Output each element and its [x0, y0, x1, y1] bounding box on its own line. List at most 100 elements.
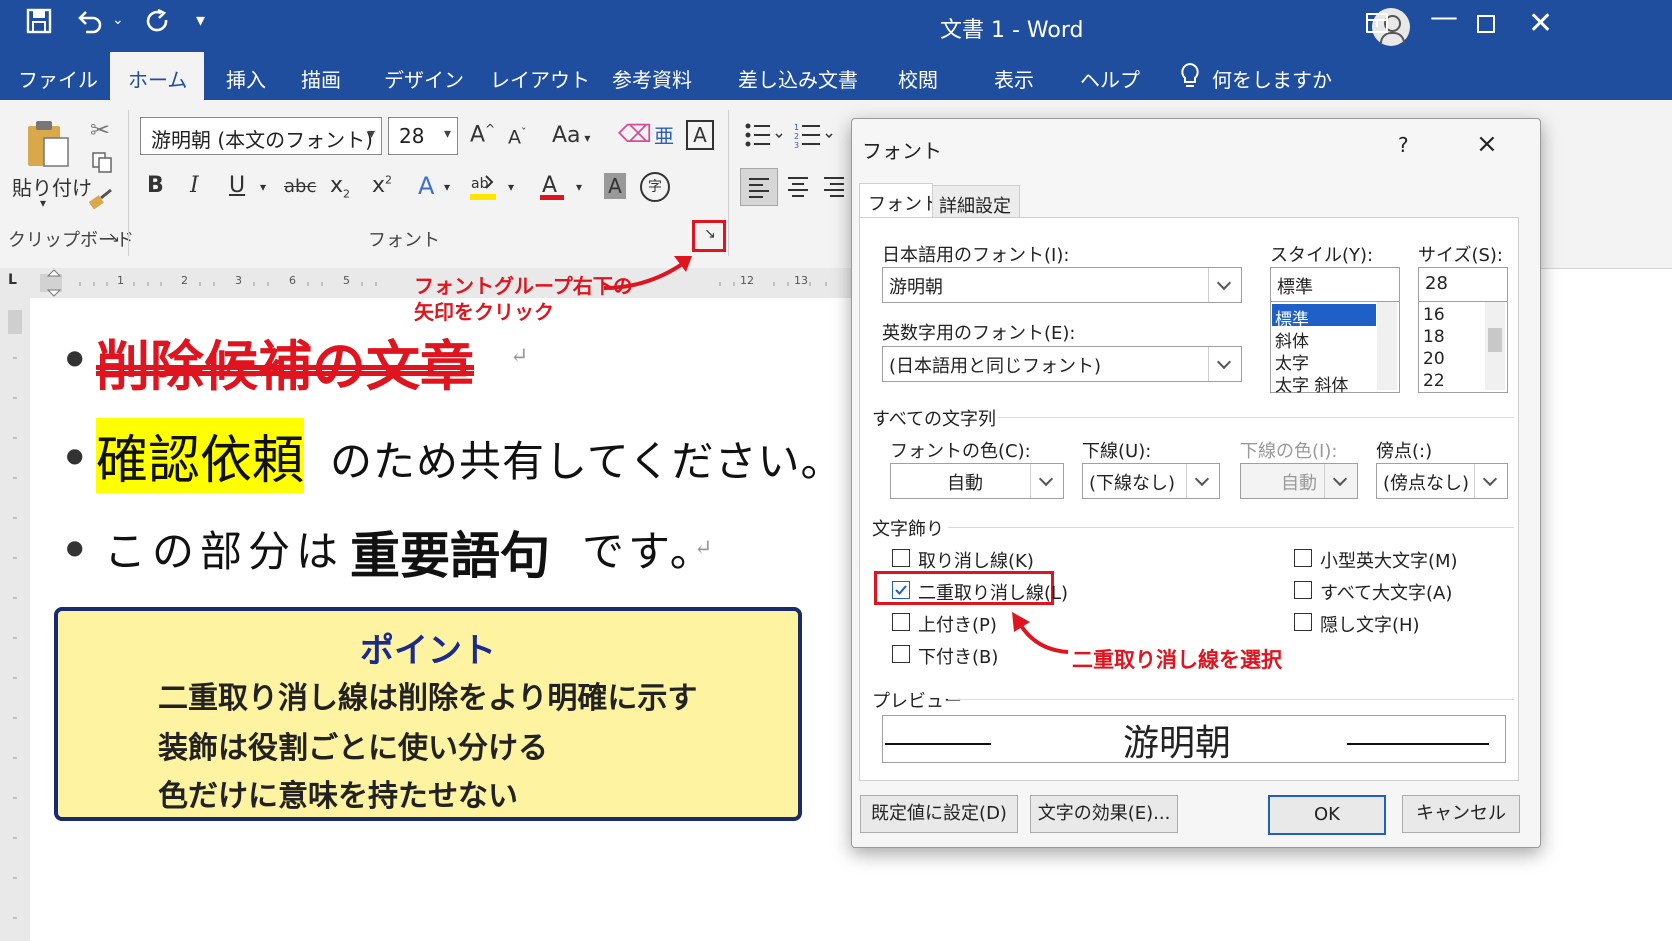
- clear-formatting-icon[interactable]: ⌫: [618, 120, 652, 148]
- tab-help[interactable]: ヘルプ: [1080, 64, 1140, 93]
- doc-highlighted-text[interactable]: 確認依頼: [96, 418, 305, 493]
- font-color-combo[interactable]: 自動: [890, 463, 1064, 499]
- subscript-checkbox[interactable]: [892, 645, 910, 663]
- maximize-button[interactable]: [1476, 12, 1496, 40]
- ok-button[interactable]: OK: [1268, 795, 1386, 835]
- enclose-characters-icon[interactable]: A: [686, 120, 714, 150]
- double-strikethrough-label[interactable]: 二重取り消し線(L): [918, 579, 1068, 605]
- emphasis-combo[interactable]: (傍点なし): [1376, 463, 1508, 499]
- highlight-dropdown-icon[interactable]: ▾: [508, 180, 514, 194]
- doc-line-text[interactable]: のため共有してください。: [330, 428, 843, 489]
- doc-line-strikethrough[interactable]: 削除候補の文章: [96, 322, 474, 401]
- list-item[interactable]: 20: [1423, 349, 1445, 369]
- subscript-button[interactable]: x2: [330, 173, 350, 200]
- format-painter-icon[interactable]: [88, 188, 114, 214]
- text-effects-button[interactable]: 文字の効果(E)...: [1030, 795, 1178, 833]
- numbering-icon[interactable]: 123: [794, 122, 838, 152]
- paste-dropdown-icon[interactable]: ▾: [40, 196, 46, 210]
- bold-button[interactable]: B: [147, 173, 164, 198]
- all-caps-label[interactable]: すべて大文字(A): [1320, 579, 1452, 605]
- tab-selector-icon[interactable]: L: [8, 272, 17, 288]
- underline-button[interactable]: U: [229, 173, 245, 198]
- tell-me-search[interactable]: 何をしますか: [1212, 64, 1332, 93]
- undo-icon[interactable]: [76, 8, 104, 43]
- font-name-combo[interactable]: 游明朝 (本文のフォント) ▾: [140, 117, 382, 155]
- shrink-font-button[interactable]: Aˇ: [508, 126, 527, 148]
- copy-icon[interactable]: [90, 150, 114, 178]
- doc-bold-text[interactable]: 重要語句: [350, 516, 550, 588]
- redo-icon[interactable]: [144, 8, 172, 43]
- set-default-button[interactable]: 既定値に設定(D): [860, 795, 1018, 833]
- tab-draw[interactable]: 描画: [301, 64, 341, 93]
- strikethrough-button[interactable]: abc: [284, 176, 316, 197]
- font-dialog-launcher-icon[interactable]: ↘: [704, 226, 716, 242]
- subscript-label[interactable]: 下付き(B): [918, 643, 998, 669]
- tab-font[interactable]: フォント: [859, 183, 940, 218]
- undo-dropdown-icon[interactable]: ⌄: [112, 12, 124, 28]
- help-button[interactable]: ?: [1398, 133, 1409, 157]
- paste-button[interactable]: 貼り付け: [12, 172, 92, 201]
- change-case-button[interactable]: Aa ▾: [552, 123, 590, 148]
- italic-button[interactable]: I: [190, 173, 199, 198]
- tab-review[interactable]: 校閲: [898, 64, 938, 93]
- size-input[interactable]: 28: [1418, 267, 1508, 303]
- text-effects-dropdown-icon[interactable]: ▾: [444, 180, 450, 194]
- minimize-button[interactable]: —: [1430, 0, 1458, 33]
- close-dialog-button[interactable]: ×: [1476, 129, 1498, 159]
- size-listbox[interactable]: 16 18 20 22: [1418, 301, 1508, 393]
- style-listbox[interactable]: 標準 斜体 太字 太字 斜体: [1270, 301, 1400, 396]
- cancel-button[interactable]: キャンセル: [1402, 795, 1520, 833]
- tab-advanced[interactable]: 詳細設定: [932, 185, 1020, 218]
- strikethrough-checkbox[interactable]: [892, 549, 910, 567]
- character-shading-icon[interactable]: A: [604, 173, 626, 199]
- cut-icon[interactable]: ✂: [90, 116, 110, 144]
- list-item[interactable]: 16: [1423, 305, 1445, 325]
- underline-dropdown-icon[interactable]: ▾: [260, 180, 266, 194]
- text-effects-icon[interactable]: A: [418, 172, 434, 200]
- tab-insert[interactable]: 挿入: [226, 64, 266, 93]
- align-left-button[interactable]: [740, 168, 778, 206]
- font-color-dropdown-icon[interactable]: ▾: [576, 180, 582, 194]
- highlight-color-icon[interactable]: ab: [468, 172, 498, 206]
- save-icon[interactable]: [26, 8, 52, 41]
- tab-file[interactable]: ファイル: [18, 64, 98, 93]
- hidden-text-checkbox[interactable]: [1294, 613, 1312, 631]
- superscript-checkbox[interactable]: [892, 613, 910, 631]
- align-right-button[interactable]: [816, 168, 852, 208]
- list-item[interactable]: 太字 斜体: [1275, 371, 1348, 396]
- underline-combo[interactable]: (下線なし): [1082, 463, 1220, 499]
- tab-home[interactable]: ホーム: [110, 52, 204, 100]
- vertical-ruler[interactable]: [0, 298, 30, 941]
- tab-references[interactable]: 参考資料: [612, 64, 692, 93]
- tab-mailings[interactable]: 差し込み文書: [738, 64, 858, 93]
- doc-line-text[interactable]: この部分は: [104, 518, 344, 579]
- align-center-button[interactable]: [780, 168, 816, 208]
- grow-font-button[interactable]: A^: [470, 122, 495, 147]
- strikethrough-label[interactable]: 取り消し線(K): [918, 547, 1034, 573]
- small-caps-label[interactable]: 小型英大文字(M): [1320, 547, 1458, 573]
- clipboard-launcher-icon[interactable]: ↘: [108, 230, 120, 246]
- list-item[interactable]: 18: [1423, 327, 1445, 347]
- phonetic-guide-icon[interactable]: 亜: [654, 120, 674, 149]
- latin-font-combo[interactable]: (日本語用と同じフォント): [882, 346, 1242, 382]
- style-input[interactable]: 標準: [1270, 267, 1400, 303]
- paste-icon[interactable]: [24, 118, 72, 174]
- ribbon-display-options-icon[interactable]: [1366, 11, 1388, 39]
- customize-quick-access-icon[interactable]: ▾: [196, 10, 205, 31]
- all-caps-checkbox[interactable]: [1294, 581, 1312, 599]
- close-window-button[interactable]: ✕: [1528, 6, 1553, 41]
- bullets-icon[interactable]: [744, 122, 784, 152]
- tab-view[interactable]: 表示: [994, 64, 1034, 93]
- hidden-text-label[interactable]: 隠し文字(H): [1320, 611, 1420, 637]
- tab-layout[interactable]: レイアウト: [490, 64, 590, 93]
- small-caps-checkbox[interactable]: [1294, 549, 1312, 567]
- font-color-icon[interactable]: A: [538, 172, 566, 206]
- double-strikethrough-checkbox[interactable]: [892, 581, 910, 599]
- tab-design[interactable]: デザイン: [384, 64, 464, 93]
- list-item[interactable]: 22: [1423, 371, 1445, 391]
- enclosed-character-icon[interactable]: 字: [640, 172, 670, 202]
- size-scrollbar[interactable]: [1485, 302, 1505, 390]
- superscript-button[interactable]: x2: [372, 173, 392, 198]
- superscript-label[interactable]: 上付き(P): [918, 611, 997, 637]
- font-size-combo[interactable]: 28 ▾: [388, 117, 458, 155]
